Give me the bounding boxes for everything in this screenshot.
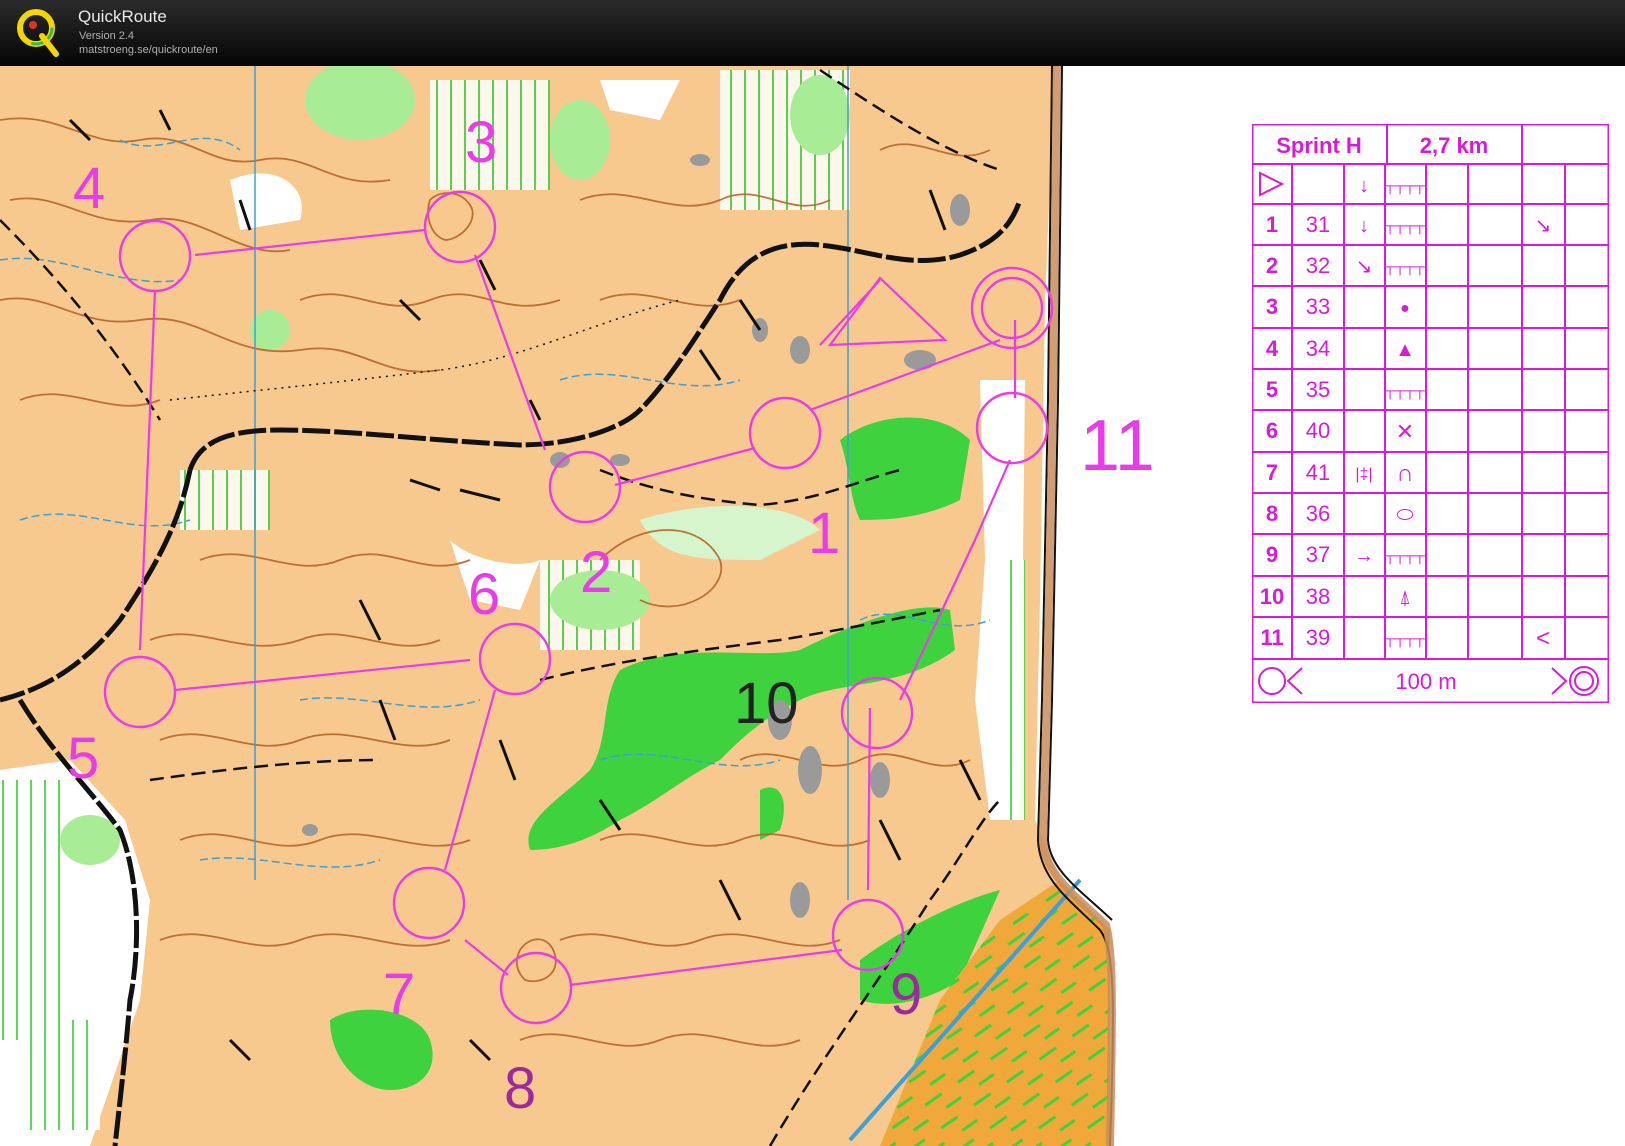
- app-version: Version 2.4: [79, 30, 135, 42]
- app-titlebar: QuickRoute Version 2.4 matstroeng.se/qui…: [0, 0, 1625, 66]
- cd-extra-1: ↘: [1535, 215, 1552, 237]
- cd-feature-9: ┬┬┬┬: [1384, 547, 1425, 565]
- quickroute-logo-icon: [17, 9, 59, 57]
- control-label-8: 8: [504, 1056, 536, 1121]
- start-feature: ┬┬┬┬: [1384, 177, 1425, 195]
- cd-num-5: 5: [1266, 377, 1278, 402]
- cd-dir-1: ↓: [1359, 215, 1369, 237]
- cd-num-2: 2: [1266, 253, 1278, 278]
- cd-num-8: 8: [1266, 501, 1278, 526]
- cd-dir-9: →: [1354, 545, 1374, 567]
- cd-code-4: 34: [1306, 336, 1330, 361]
- cd-feature-2: ┬┬┬┬: [1384, 258, 1425, 276]
- control-description-sheet: Sprint H 2,7 km ↓ ┬┬┬┬ 1 31 ↓ ┬┬┬┬ ↘ 2 3…: [1252, 124, 1609, 703]
- control-label-5: 5: [67, 726, 99, 791]
- cd-feature-1: ┬┬┬┬: [1384, 217, 1425, 235]
- cd-code-3: 33: [1306, 294, 1330, 319]
- cd-feature-11: ┬┬┬┬: [1384, 630, 1425, 648]
- cd-num-11: 11: [1260, 625, 1283, 650]
- control-label-1: 1: [808, 501, 840, 566]
- control-label-4: 4: [73, 156, 105, 221]
- app-url[interactable]: matstroeng.se/quickroute/en: [79, 44, 218, 56]
- cd-code-5: 35: [1306, 377, 1330, 402]
- start-direction: ↓: [1359, 175, 1369, 197]
- control-label-7: 7: [383, 962, 415, 1027]
- cd-feature-6: ✕: [1396, 419, 1414, 444]
- cd-feature-4: ▲: [1395, 339, 1415, 361]
- cd-num-3: 3: [1266, 294, 1278, 319]
- cd-feature-3: ●: [1400, 300, 1410, 317]
- control-label-9: 9: [890, 962, 922, 1027]
- cd-code-10: 38: [1306, 584, 1330, 609]
- control-label-2: 2: [580, 540, 612, 605]
- cd-dir-7: |‡|: [1355, 466, 1372, 483]
- control-label-6: 6: [468, 562, 500, 627]
- cd-num-7: 7: [1266, 460, 1278, 485]
- cd-feature-5: ┬┬┬┬: [1384, 382, 1425, 400]
- cd-num-6: 6: [1266, 418, 1278, 443]
- cd-code-1: 31: [1306, 212, 1330, 237]
- cd-code-7: 41: [1306, 460, 1330, 485]
- cd-feature-8: ⬭: [1396, 504, 1413, 526]
- cd-code-2: 32: [1306, 253, 1330, 278]
- control-label-3: 3: [465, 110, 497, 175]
- cd-code-8: 36: [1306, 501, 1330, 526]
- cd-feature-7: ∩: [1396, 460, 1413, 487]
- cd-code-11: 39: [1306, 625, 1330, 650]
- cd-dir-2: ↘: [1356, 256, 1373, 278]
- course-length: 2,7 km: [1420, 133, 1489, 158]
- control-label-11: 11: [1080, 406, 1155, 486]
- control-label-10: 10: [734, 671, 799, 736]
- app-title: QuickRoute: [78, 7, 167, 26]
- cd-feature-10: ⍋: [1399, 587, 1411, 609]
- course-name: Sprint H: [1276, 133, 1362, 158]
- cd-code-6: 40: [1306, 418, 1330, 443]
- cd-num-9: 9: [1266, 542, 1278, 567]
- cd-num-4: 4: [1266, 336, 1279, 361]
- scale-label: 100 m: [1395, 669, 1456, 694]
- cd-code-9: 37: [1306, 542, 1330, 567]
- cd-num-1: 1: [1266, 212, 1278, 237]
- cd-extra-11: <: [1536, 625, 1550, 652]
- cd-num-10: 10: [1260, 584, 1284, 609]
